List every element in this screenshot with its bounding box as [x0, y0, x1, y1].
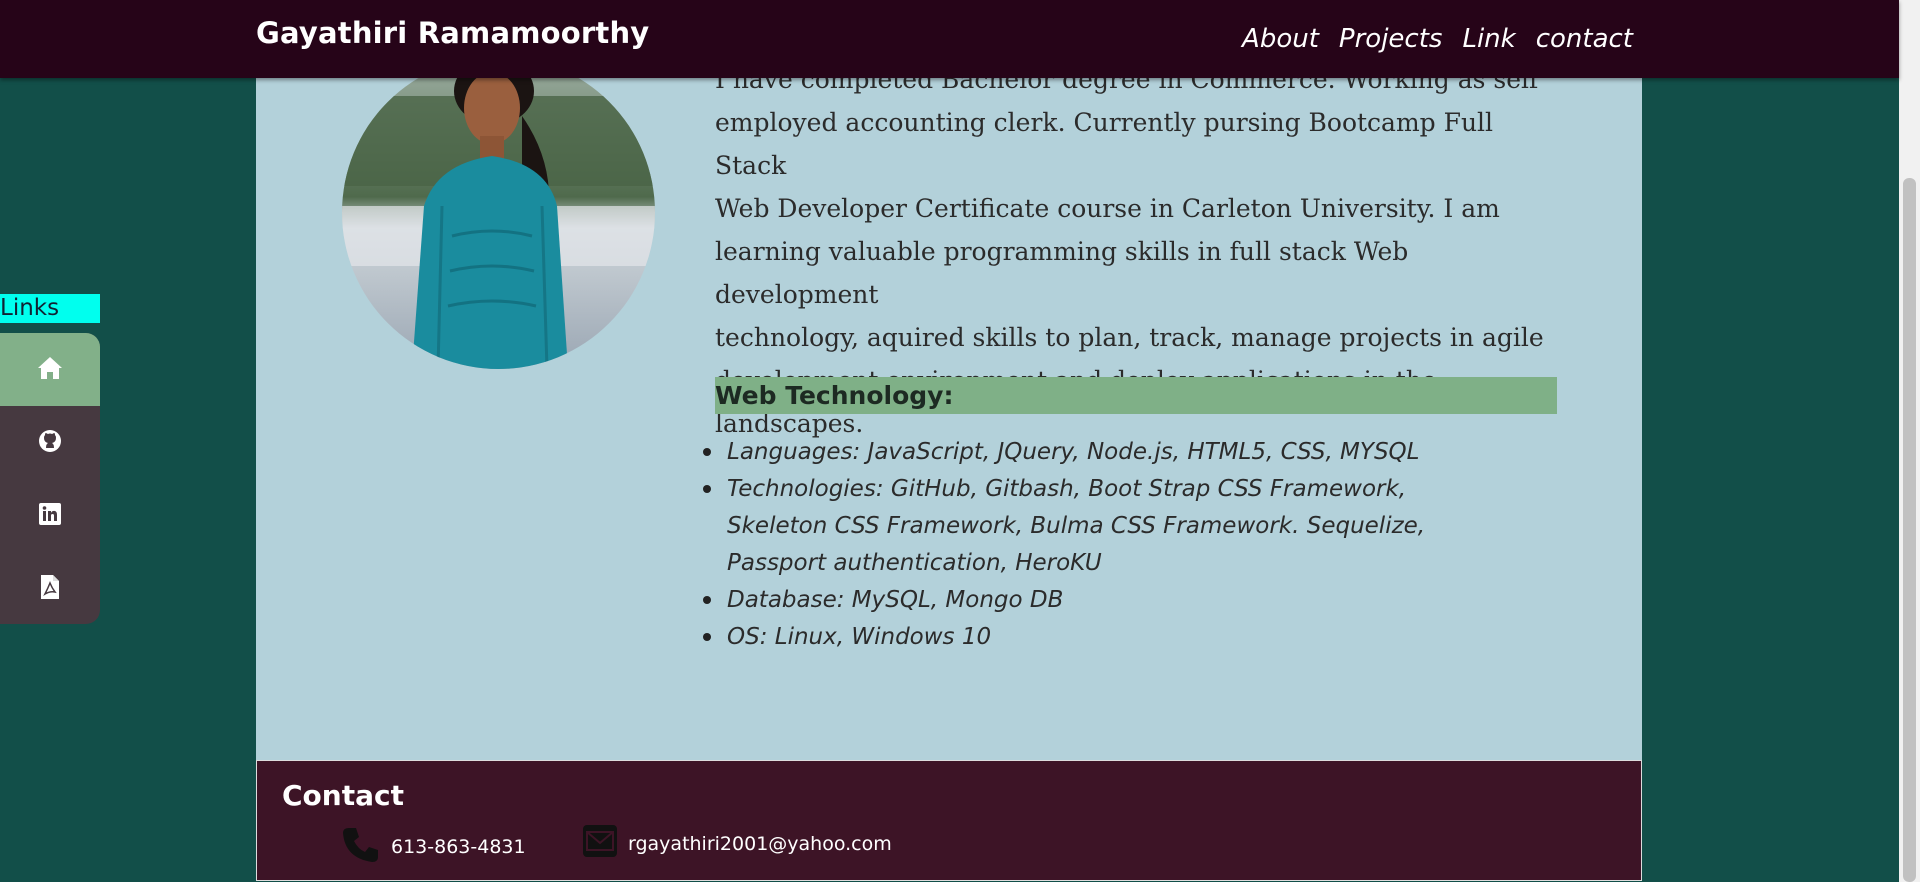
- nav-link-about[interactable]: About: [1242, 24, 1319, 54]
- sidebar-github-link[interactable]: [0, 406, 100, 479]
- nav-link-contact[interactable]: contact: [1536, 24, 1633, 54]
- nav-link-link[interactable]: Link: [1462, 24, 1515, 54]
- profile-photo: [342, 56, 655, 369]
- email-contact[interactable]: rgayathiri2001@yahoo.com: [582, 824, 892, 863]
- list-item: Database: MySQL, Mongo DB: [703, 582, 1487, 619]
- list-item: Languages: JavaScript, JQuery, Node.js, …: [703, 434, 1487, 471]
- bio-line: learning valuable programming skills in …: [715, 237, 1409, 309]
- contact-section: Contact 613-863-4831 rgayathiri2001@yaho…: [256, 760, 1642, 881]
- nav-link-projects[interactable]: Projects: [1339, 24, 1443, 54]
- top-navbar: Gayathiri Ramamoorthy About Projects Lin…: [0, 0, 1899, 78]
- envelope-icon: [582, 824, 628, 863]
- sidebar-linkedin-link[interactable]: [0, 479, 100, 552]
- github-icon: [38, 429, 62, 457]
- email-address[interactable]: rgayathiri2001@yahoo.com: [628, 833, 892, 855]
- bio-line: technology, aquired skills to plan, trac…: [715, 323, 1544, 352]
- web-technology-heading: Web Technology:: [715, 377, 1557, 414]
- brand-name[interactable]: Gayathiri Ramamoorthy: [256, 16, 649, 50]
- contact-title: Contact: [282, 779, 404, 812]
- home-icon: [37, 356, 63, 384]
- phone-number[interactable]: 613-863-4831: [391, 836, 526, 858]
- phone-icon: [341, 824, 391, 869]
- linkedin-icon: [39, 502, 61, 529]
- pdf-icon: [40, 574, 60, 604]
- side-links-panel: [0, 333, 100, 624]
- list-item: Technologies: GitHub, Gitbash, Boot Stra…: [703, 471, 1487, 582]
- technology-list: Languages: JavaScript, JQuery, Node.js, …: [703, 434, 1487, 656]
- sidebar-resume-link[interactable]: [0, 552, 100, 624]
- nav-links: About Projects Link contact: [1242, 24, 1633, 54]
- phone-contact[interactable]: 613-863-4831: [341, 824, 526, 869]
- bio-line: Web Developer Certificate course in Carl…: [715, 194, 1500, 223]
- sidebar-home-link[interactable]: [0, 333, 100, 406]
- page-scrollbar[interactable]: [1899, 0, 1920, 882]
- list-item: OS: Linux, Windows 10: [703, 619, 1487, 656]
- scrollbar-thumb[interactable]: [1903, 178, 1916, 882]
- links-label: Links: [0, 294, 100, 323]
- about-card: I have completed Bachelor degree in Comm…: [256, 0, 1642, 760]
- bio-line: employed accounting clerk. Currently pur…: [715, 108, 1494, 180]
